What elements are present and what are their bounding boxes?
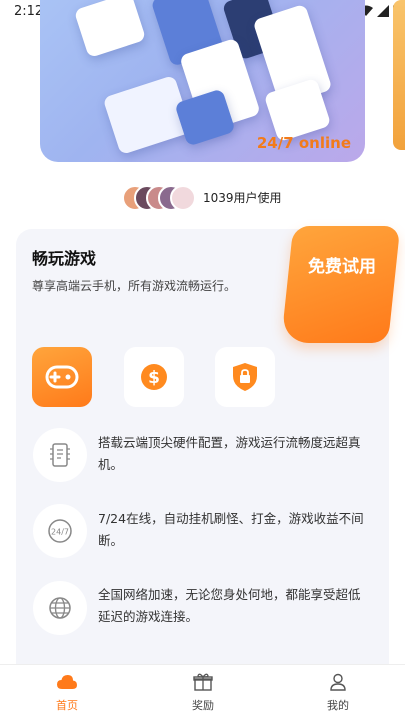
dollar-icon: $ [141, 364, 167, 390]
card-subtitle: 尊享高端云手机，所有游戏流畅运行。 [32, 279, 237, 293]
card-title: 畅玩游戏 [32, 249, 97, 268]
bottom-tab-bar: 首页 奖励 我的 [0, 664, 405, 721]
clock-feature-circle: 24/7 [33, 504, 87, 558]
free-trial-button[interactable] [281, 226, 401, 343]
status-time: 2:12 [14, 4, 44, 19]
tab-profile[interactable]: 我的 [298, 673, 378, 713]
tab-home[interactable]: 首页 [27, 673, 107, 713]
user-count: 1039用户使用 [203, 191, 282, 205]
globe-feature-circle [33, 581, 87, 635]
feature-tab-earn[interactable]: $ [124, 347, 184, 407]
feature-row-text: 搭载云端顶尖硬件配置，游戏运行流畅度远超真机。 [98, 435, 361, 472]
feature-tab-gaming[interactable] [32, 347, 92, 407]
free-trial-label[interactable]: 免费试用 [300, 250, 384, 284]
next-banner-peek[interactable] [393, 0, 405, 150]
chip-icon [50, 443, 70, 467]
gift-icon [193, 673, 213, 691]
feature-row-text: 7/24在线，自动挂机刷怪、打金，游戏收益不间断。 [98, 511, 364, 548]
feature-tab-security[interactable] [215, 347, 275, 407]
signal-icon [377, 4, 389, 17]
avatar [170, 185, 196, 211]
user-avatars [122, 185, 196, 211]
globe-icon [49, 597, 71, 619]
feature-row-text: 全国网络加速，无论您身处何地，都能享受超低延迟的游戏连接。 [98, 587, 361, 624]
shield-lock-icon [233, 363, 257, 391]
chip-feature-circle [33, 428, 87, 482]
cloud-icon [57, 675, 77, 689]
promo-banner[interactable]: 24/7 online [40, 0, 365, 162]
svg-text:24/7: 24/7 [51, 528, 69, 537]
banner-caption: 24/7 online [256, 134, 351, 152]
tab-label: 我的 [327, 699, 349, 712]
gamepad-icon [45, 365, 79, 389]
tab-label: 奖励 [192, 699, 214, 712]
person-icon [330, 673, 346, 691]
clock-24-icon: 24/7 [48, 519, 72, 543]
tab-rewards[interactable]: 奖励 [163, 673, 243, 713]
svg-text:$: $ [148, 368, 160, 388]
tab-label: 首页 [56, 699, 78, 712]
banner-phone-mockup [73, 0, 147, 59]
